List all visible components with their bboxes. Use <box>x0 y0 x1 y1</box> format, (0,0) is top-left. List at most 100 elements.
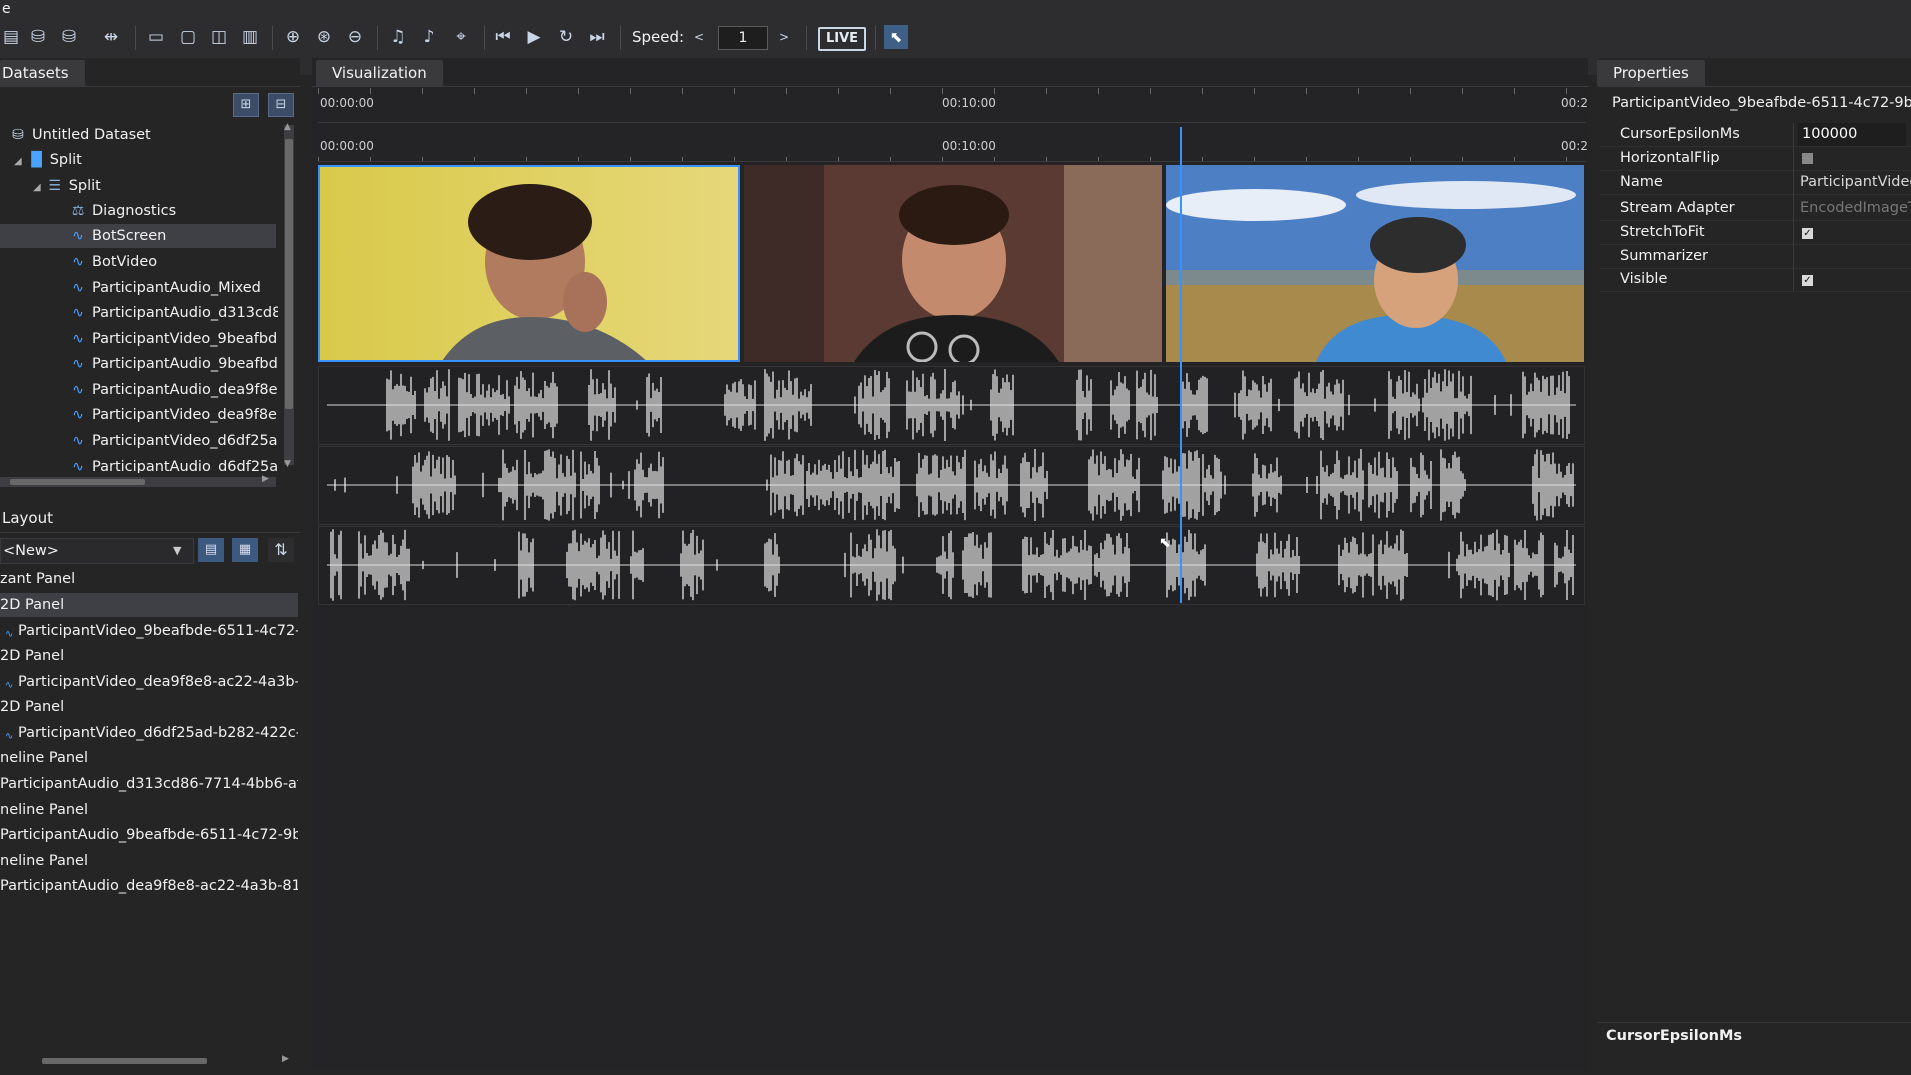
tree-item-stream-selected[interactable]: ∿ BotScreen <box>0 224 276 248</box>
speed-input[interactable]: 1 <box>718 26 768 50</box>
save-dataset-icon[interactable]: ⛁ <box>58 26 80 48</box>
skip-forward-icon[interactable]: ⏭ <box>586 26 608 48</box>
sync-icon[interactable]: ⇹ <box>100 26 122 48</box>
visible-checkbox[interactable]: ✓ <box>1802 275 1813 286</box>
open-store-icon[interactable]: ▤ <box>0 26 22 48</box>
snap-icon[interactable]: ⌖ <box>450 26 472 48</box>
audio-icon[interactable]: ♫ <box>387 26 409 48</box>
timeline-ruler-bottom[interactable]: 00:00:00 00:10:00 00:2 <box>318 127 1588 162</box>
layout-select[interactable]: <New> ▼ <box>0 538 194 564</box>
tree-item-stream[interactable]: ∿ ParticipantAudio_9beafbde <box>68 352 278 376</box>
scroll-right-icon[interactable]: ▶ <box>262 474 269 484</box>
datasets-vscroll[interactable] <box>284 125 294 465</box>
ruler-tick <box>1462 88 1463 94</box>
ruler-tick <box>890 157 891 161</box>
ruler-tick <box>942 157 943 161</box>
sort-icon[interactable]: ⇅ <box>268 538 294 562</box>
skip-back-icon[interactable]: ⏮ <box>492 26 514 48</box>
property-row[interactable]: Summarizer <box>1600 245 1911 269</box>
video-frame-image <box>320 167 738 360</box>
property-row[interactable]: StretchToFit ✓ <box>1600 221 1911 245</box>
repeat-icon[interactable]: ↻ <box>555 26 577 48</box>
tree-item-session[interactable]: ◢ ▐▌ Split <box>14 148 82 172</box>
stretch-to-fit-checkbox[interactable]: ✓ <box>1802 228 1813 239</box>
layout-item[interactable]: zant Panel <box>0 567 298 591</box>
property-row[interactable]: Stream Adapter EncodedImageT <box>1600 197 1911 221</box>
video-panel-participant-3[interactable] <box>1166 165 1584 362</box>
layout-item-selected[interactable]: 2D Panel <box>0 593 298 617</box>
tree-item-stream[interactable]: ∿ ParticipantVideo_d6df25ac <box>68 429 278 453</box>
collapse-all-icon[interactable]: ⊟ <box>268 93 294 117</box>
tree-item-partition[interactable]: ◢ ☰ Split <box>33 174 101 198</box>
mute-icon[interactable]: ♪ <box>418 26 440 48</box>
expand-all-icon[interactable]: ⊞ <box>233 93 259 117</box>
audio-timeline-panel-2[interactable] <box>318 446 1585 525</box>
layout-item[interactable]: neline Panel <box>0 746 298 770</box>
layout-3col-icon[interactable]: ▥ <box>239 26 261 48</box>
layout-item[interactable]: ParticipantAudio_9beafbde-6511-4c72-9b6 <box>0 823 298 847</box>
property-row[interactable]: HorizontalFlip <box>1600 147 1911 171</box>
scroll-up-icon[interactable]: ▲ <box>284 122 291 132</box>
menu-fragment[interactable]: e <box>2 1 11 17</box>
layout-hscroll[interactable] <box>0 1056 290 1066</box>
layout-item[interactable]: 2D Panel <box>0 695 298 719</box>
play-icon[interactable]: ▶ <box>523 26 545 48</box>
layout-item[interactable]: ParticipantVideo_d6df25ad-b282-422c-9 <box>0 721 298 745</box>
tree-item-stream[interactable]: ∿ ParticipantAudio_dea9f8e8 <box>68 378 278 402</box>
speed-increase-icon[interactable]: > <box>773 26 795 48</box>
layout-tab[interactable]: Layout <box>0 505 69 531</box>
property-row[interactable]: Visible ✓ <box>1600 268 1911 292</box>
tree-item-dataset[interactable]: ⛁ Untitled Dataset <box>8 123 151 147</box>
scroll-right-icon[interactable]: ▶ <box>282 1054 289 1064</box>
zoom-out-icon[interactable]: ⊖ <box>344 26 366 48</box>
property-row[interactable]: CursorEpsilonMs 100000 <box>1600 123 1911 147</box>
stream-icon: ∿ <box>5 629 14 640</box>
layout-item[interactable]: ParticipantVideo_9beafbde-6511-4c72-9 <box>0 619 298 643</box>
layout-single-icon[interactable]: ▭ <box>145 26 167 48</box>
live-button[interactable]: LIVE <box>818 27 866 51</box>
property-value-input[interactable]: 100000 <box>1798 123 1906 146</box>
property-row[interactable]: Name ParticipantVideo <box>1600 171 1911 195</box>
tree-item-stream[interactable]: ∿ ParticipantAudio_d313cd8 <box>68 301 278 325</box>
layout-item[interactable]: neline Panel <box>0 798 298 822</box>
stream-icon: ∿ <box>5 731 14 742</box>
ruler-tick <box>474 157 475 161</box>
tree-item-stream[interactable]: ∿ BotVideo <box>68 250 157 274</box>
video-panel-participant-1[interactable] <box>318 165 740 362</box>
layout-item[interactable]: ParticipantAudio_d313cd86-7714-4bb6-af0 <box>0 772 298 796</box>
timeline-cursor[interactable] <box>1180 127 1183 603</box>
save-layout-icon[interactable]: ▤ <box>198 538 224 562</box>
ruler-tick <box>1046 88 1047 94</box>
tree-item-stream[interactable]: ∿ ParticipantVideo_dea9f8e8 <box>68 403 278 427</box>
database-icon[interactable]: ⛁ <box>27 26 49 48</box>
datasets-tab[interactable]: Datasets <box>0 60 85 86</box>
layout-1col-icon[interactable]: ▢ <box>177 26 199 48</box>
tree-item-stream[interactable]: ∿ ParticipantVideo_9beafbde <box>68 327 278 351</box>
ruler-tick <box>942 88 943 94</box>
zoom-to-selection-icon[interactable]: ⊛ <box>313 26 335 48</box>
speed-decrease-icon[interactable]: < <box>688 26 710 48</box>
ruler-tick <box>422 88 423 94</box>
layout-item[interactable]: neline Panel <box>0 849 298 873</box>
timeline-ruler-top[interactable]: 00:00:00 00:10:00 00:2 <box>318 88 1588 123</box>
tree-item-stream[interactable]: ∿ ParticipantAudio_Mixed <box>68 276 278 300</box>
video-panel-participant-2[interactable] <box>744 165 1162 362</box>
ruler-tick <box>1514 157 1515 161</box>
datasets-hscroll[interactable] <box>0 477 276 487</box>
audio-timeline-panel-1[interactable] <box>318 366 1585 445</box>
layout-2col-icon[interactable]: ◫ <box>208 26 230 48</box>
layout-item[interactable]: 2D Panel <box>0 644 298 668</box>
layout-item[interactable]: ParticipantAudio_dea9f8e8-ac22-4a3b-813 <box>0 874 298 898</box>
properties-tab[interactable]: Properties <box>1597 60 1705 86</box>
save-layout-as-icon[interactable]: ▦ <box>232 538 258 562</box>
tree-item-stream[interactable]: ⚖ Diagnostics <box>68 199 176 223</box>
zoom-to-session-icon[interactable]: ⊕ <box>282 26 304 48</box>
layout-item[interactable]: ParticipantVideo_dea9f8e8-ac22-4a3b-8 <box>0 670 298 694</box>
audio-timeline-panel-3[interactable] <box>318 526 1585 605</box>
horizontal-flip-checkbox[interactable] <box>1802 153 1813 164</box>
cursor-mode-icon[interactable]: ⬉ <box>884 25 908 49</box>
visualization-tab[interactable]: Visualization <box>316 60 443 86</box>
tree-item-stream[interactable]: ∿ ParticipantAudio_d6df25ac <box>68 455 278 473</box>
ruler-tick <box>1566 157 1567 161</box>
scroll-down-icon[interactable]: ▼ <box>284 459 291 469</box>
